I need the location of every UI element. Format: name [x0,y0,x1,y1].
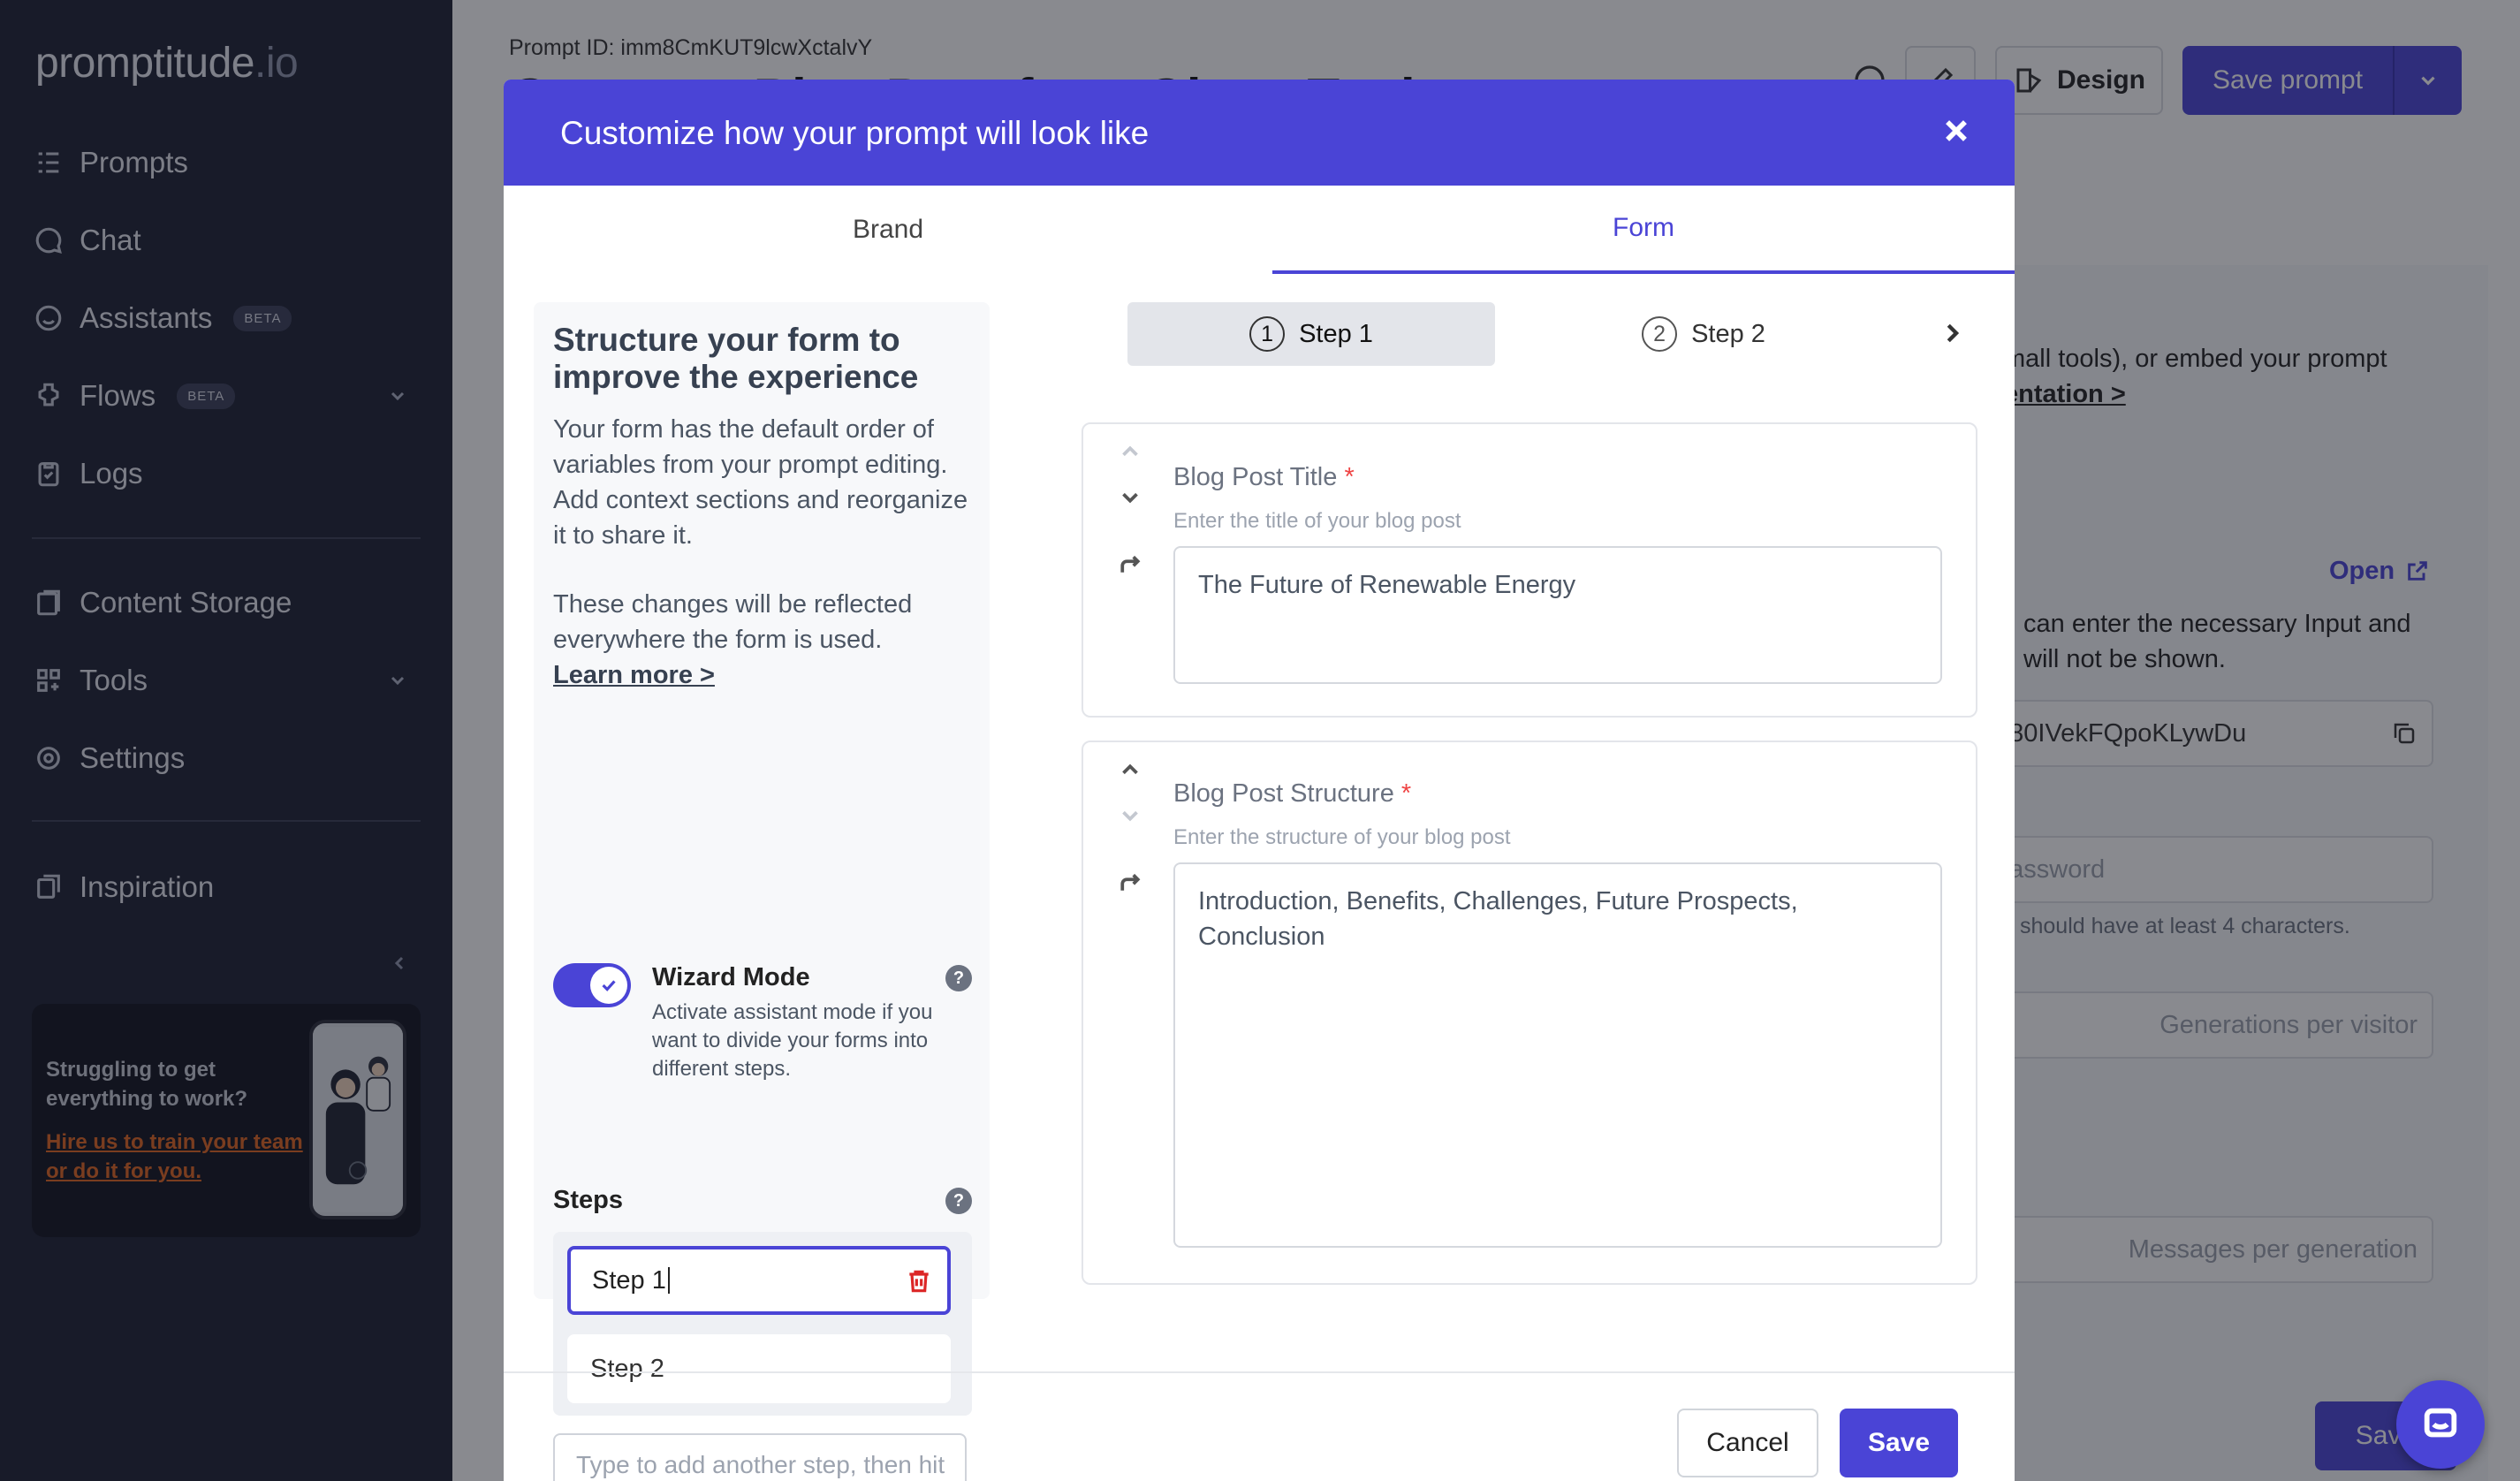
trash-icon[interactable] [905,1267,933,1295]
step-name-value: Step 1 [592,1265,666,1295]
modal-header: Customize how your prompt will look like [504,80,2015,186]
tab-form[interactable]: Form [1272,186,2015,274]
panel-description: Your form has the default order of varia… [553,415,968,550]
cancel-button[interactable]: Cancel [1677,1409,1818,1477]
close-icon[interactable] [1937,111,1976,150]
field-label: Blog Post Title * [1173,463,1355,492]
move-step-icon[interactable] [1117,551,1143,578]
help-icon[interactable]: ? [945,1188,972,1214]
wizard-mode-label: Wizard Mode [652,963,810,991]
field-hint: Enter the title of your blog post [1173,509,1461,533]
step-name-input[interactable]: Step 1 [567,1246,951,1315]
move-step-icon[interactable] [1117,870,1143,896]
customize-modal: Customize how your prompt will look like… [504,80,2015,1481]
chevron-up-icon[interactable] [1117,438,1143,465]
step-tab-2[interactable]: 2 Step 2 [1520,302,1887,366]
tab-brand[interactable]: Brand [504,186,1272,274]
wizard-mode-toggle[interactable] [553,963,631,1007]
panel-note-text: These changes will be reflected everywhe… [553,590,913,654]
field-hint: Enter the structure of your blog post [1173,825,1511,849]
field-card: Blog Post Structure * Enter the structur… [1082,740,1977,1285]
step-tab-1[interactable]: 1 Step 1 [1127,302,1495,366]
field-label-text: Blog Post Structure [1173,779,1394,808]
step-number-icon: 1 [1249,316,1286,352]
save-button[interactable]: Save [1840,1409,1958,1477]
text-caret [667,1267,670,1294]
blog-structure-textarea[interactable]: Introduction, Benefits, Challenges, Futu… [1173,862,1942,1248]
help-icon[interactable]: ? [945,965,972,991]
check-icon [590,967,627,1004]
step-number-icon: 2 [1642,316,1678,352]
chevron-down-icon[interactable] [1117,802,1143,829]
step-tab-label: Step 2 [1691,319,1765,348]
required-marker: * [1400,779,1412,808]
chat-icon [2424,1408,2457,1438]
chevron-down-icon[interactable] [1117,484,1143,511]
wizard-mode-description: Activate assistant mode if you want to d… [652,1000,933,1081]
required-marker: * [1344,463,1355,491]
field-card: Blog Post Title * Enter the title of you… [1082,422,1977,718]
panel-heading: Structure your form to improve the exper… [553,322,919,395]
form-structure-panel: Structure your form to improve the exper… [534,302,990,1481]
chevron-up-icon[interactable] [1117,756,1143,783]
field-label: Blog Post Structure * [1173,779,1411,809]
step-tab-label: Step 1 [1299,319,1373,348]
support-chat-button[interactable] [2396,1380,2485,1469]
steps-label: Steps [553,1186,623,1214]
chevron-right-icon[interactable] [1939,320,1965,346]
panel-note: These changes will be reflected everywhe… [553,587,977,693]
modal-footer: Cancel Save [504,1371,2015,1481]
blog-title-textarea[interactable]: The Future of Renewable Energy [1173,546,1942,684]
modal-title: Customize how your prompt will look like [560,115,1150,151]
learn-more-link[interactable]: Learn more > [553,661,715,689]
field-label-text: Blog Post Title [1173,463,1338,491]
